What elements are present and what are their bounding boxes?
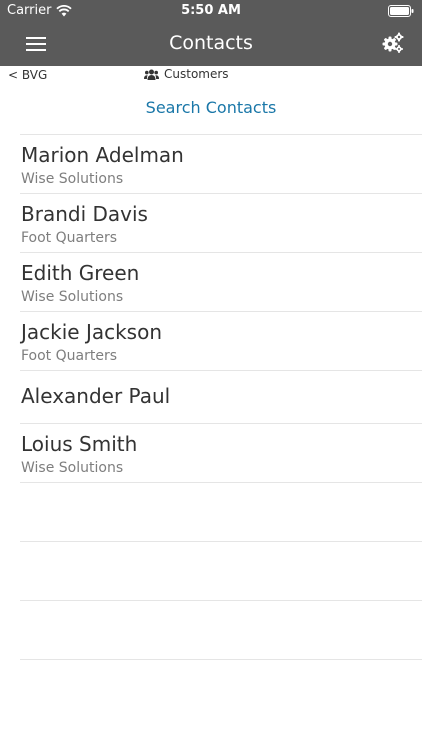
contact-row[interactable]: Alexander Paul [20,370,422,423]
contact-name: Brandi Davis [21,202,148,226]
contact-name: Marion Adelman [21,143,184,167]
back-link[interactable]: < BVG [8,68,47,82]
contact-name: Jackie Jackson [21,320,163,344]
contact-row[interactable]: Marion Adelman Wise Solutions [20,134,422,193]
users-icon [144,69,159,80]
clock: 5:50 AM [181,3,241,18]
empty-row [20,659,422,718]
contact-name: Loius Smith [21,432,138,456]
empty-row [20,482,422,541]
contact-company: Wise Solutions [21,289,124,305]
contact-row[interactable]: Loius Smith Wise Solutions [20,423,422,482]
contact-row[interactable]: Edith Green Wise Solutions [20,252,422,311]
contact-name: Alexander Paul [21,384,171,408]
breadcrumb-customers[interactable]: Customers [144,67,229,81]
navigation-bar: Contacts [0,22,422,66]
gears-icon[interactable] [382,32,404,54]
contact-company: Foot Quarters [21,348,118,364]
empty-row [20,541,422,600]
breadcrumb: < BVG Customers [0,66,422,84]
contact-company: Wise Solutions [21,171,124,187]
status-bar: Carrier 5:50 AM [0,0,422,22]
contact-company: Wise Solutions [21,460,124,476]
contact-row[interactable]: Brandi Davis Foot Quarters [20,193,422,252]
contact-company: Foot Quarters [21,230,118,246]
battery-icon [388,5,414,17]
contact-name: Edith Green [21,261,140,285]
search-contacts-button[interactable]: Search Contacts [0,98,422,117]
breadcrumb-label: Customers [164,67,229,81]
empty-row [20,600,422,659]
contact-row[interactable]: Jackie Jackson Foot Quarters [20,311,422,370]
contacts-list: Marion Adelman Wise Solutions Brandi Dav… [20,134,422,718]
page-title: Contacts [169,32,253,54]
